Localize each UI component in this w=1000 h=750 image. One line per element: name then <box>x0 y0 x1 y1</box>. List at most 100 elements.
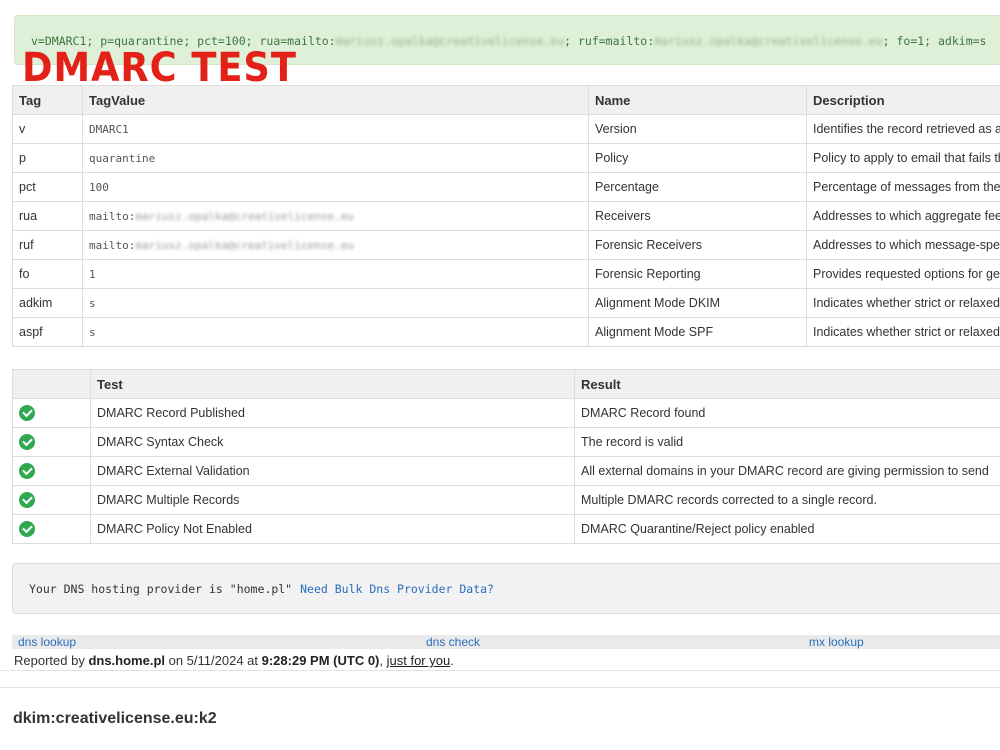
description-cell: Provides requested options for ge <box>806 259 1000 289</box>
name-cell: Forensic Receivers <box>588 230 807 260</box>
dns-lookup-link[interactable]: dns lookup <box>18 635 76 649</box>
reported-comma: , <box>379 653 387 668</box>
footer-links-bar: dns lookup dns check mx lookup <box>12 635 1000 649</box>
tag-cell: pct <box>12 172 83 202</box>
tag-cell: rua <box>12 201 83 231</box>
col-header-status <box>12 369 91 399</box>
result-cell: All external domains in your DMARC recor… <box>574 456 1000 486</box>
tagvalue-cell: mailto:mariusz.opalka@creativelicense.eu <box>82 201 589 231</box>
tagvalue-cell: 100 <box>82 172 589 202</box>
table-row: rua mailto:mariusz.opalka@creativelicens… <box>12 201 1000 231</box>
table-row: DMARC Policy Not Enabled DMARC Quarantin… <box>12 514 1000 544</box>
tagvalue-cell: DMARC1 <box>82 114 589 144</box>
description-cell: Addresses to which aggregate fee <box>806 201 1000 231</box>
dkim-section-title: dkim:creativelicense.eu:k2 <box>13 710 217 727</box>
description-cell: Identifies the record retrieved as a <box>806 114 1000 144</box>
check-icon <box>19 521 35 537</box>
status-cell <box>12 456 91 486</box>
table-row: DMARC External Validation All external d… <box>12 456 1000 486</box>
tag-cell: fo <box>12 259 83 289</box>
col-header-result: Result <box>574 369 1000 399</box>
table-row: ruf mailto:mariusz.opalka@creativelicens… <box>12 230 1000 260</box>
reported-time: 9:28:29 PM (UTC 0) <box>261 653 380 668</box>
record-rua-redacted: mariusz.opalka@creativelicense.eu <box>335 34 565 48</box>
record-suffix: ; fo=1; adkim=s <box>882 34 987 48</box>
test-cell: DMARC External Validation <box>90 456 575 486</box>
dns-provider-label: Your DNS hosting provider is "home.pl" <box>29 582 293 596</box>
tag-table: Tag TagValue Name Description v DMARC1 V… <box>12 85 1000 347</box>
description-cell: Policy to apply to email that fails th <box>806 143 1000 173</box>
table-row: DMARC Record Published DMARC Record foun… <box>12 398 1000 428</box>
reported-end: . <box>450 653 454 668</box>
record-ruf-redacted: mariusz.opalka@creativelicense.eu <box>654 34 883 48</box>
result-cell: DMARC Quarantine/Reject policy enabled <box>574 514 1000 544</box>
test-table: Test Result DMARC Record Published DMARC… <box>12 369 1000 544</box>
col-header-tag: Tag <box>12 85 83 115</box>
test-table-header: Test Result <box>12 369 1000 399</box>
tagvalue-cell: s <box>82 288 589 318</box>
result-cell: DMARC Record found <box>574 398 1000 428</box>
description-cell: Percentage of messages from the <box>806 172 1000 202</box>
description-cell: Indicates whether strict or relaxed <box>806 317 1000 347</box>
check-icon <box>19 434 35 450</box>
record-middle: ; ruf=mailto: <box>564 34 655 48</box>
table-row: adkim s Alignment Mode DKIM Indicates wh… <box>12 288 1000 318</box>
table-row: pct 100 Percentage Percentage of message… <box>12 172 1000 202</box>
reported-host: dns.home.pl <box>88 653 165 668</box>
status-cell <box>12 514 91 544</box>
check-icon <box>19 463 35 479</box>
test-cell: DMARC Record Published <box>90 398 575 428</box>
tagvalue-cell: 1 <box>82 259 589 289</box>
name-cell: Forensic Reporting <box>588 259 807 289</box>
name-cell: Policy <box>588 143 807 173</box>
just-for-you-link[interactable]: just for you <box>387 653 451 668</box>
test-cell: DMARC Syntax Check <box>90 427 575 457</box>
table-row: v DMARC1 Version Identifies the record r… <box>12 114 1000 144</box>
dns-check-link[interactable]: dns check <box>426 635 480 649</box>
tag-cell: aspf <box>12 317 83 347</box>
value-prefix: mailto: <box>89 238 136 252</box>
status-cell <box>12 485 91 515</box>
bulk-dns-provider-link[interactable]: Need Bulk Dns Provider Data? <box>300 582 494 596</box>
redacted-email: mariusz.opalka@creativelicense.eu <box>135 209 354 223</box>
col-header-tagvalue: TagValue <box>82 85 589 115</box>
tag-table-header: Tag TagValue Name Description <box>12 85 1000 115</box>
reported-by-line: Reported by dns.home.pl on 5/11/2024 at … <box>14 653 454 668</box>
dns-provider-box: Your DNS hosting provider is "home.pl" Ne… <box>12 563 1000 614</box>
tagvalue-cell: mailto:mariusz.opalka@creativelicense.eu <box>82 230 589 260</box>
tagvalue-cell: quarantine <box>82 143 589 173</box>
status-cell <box>12 427 91 457</box>
reported-date: on 5/11/2024 at <box>165 653 262 668</box>
dns-provider-text: Your DNS hosting provider is "home.pl" Ne… <box>29 582 494 596</box>
description-cell: Addresses to which message-spe <box>806 230 1000 260</box>
test-cell: DMARC Policy Not Enabled <box>90 514 575 544</box>
description-cell: Indicates whether strict or relaxed <box>806 288 1000 318</box>
name-cell: Percentage <box>588 172 807 202</box>
tag-cell: p <box>12 143 83 173</box>
test-cell: DMARC Multiple Records <box>90 485 575 515</box>
name-cell: Alignment Mode DKIM <box>588 288 807 318</box>
table-row: DMARC Multiple Records Multiple DMARC re… <box>12 485 1000 515</box>
name-cell: Alignment Mode SPF <box>588 317 807 347</box>
table-row: aspf s Alignment Mode SPF Indicates whet… <box>12 317 1000 347</box>
divider <box>0 670 1000 671</box>
check-icon <box>19 405 35 421</box>
tag-cell: v <box>12 114 83 144</box>
tagvalue-cell: s <box>82 317 589 347</box>
col-header-description: Description <box>806 85 1000 115</box>
mx-lookup-link[interactable]: mx lookup <box>809 635 864 649</box>
table-row: p quarantine Policy Policy to apply to e… <box>12 143 1000 173</box>
status-cell <box>12 398 91 428</box>
redacted-email: mariusz.opalka@creativelicense.eu <box>135 238 354 252</box>
col-header-test: Test <box>90 369 575 399</box>
col-header-name: Name <box>588 85 807 115</box>
name-cell: Version <box>588 114 807 144</box>
dmarc-test-stamp: DMARC TEST <box>22 45 297 91</box>
check-icon <box>19 492 35 508</box>
result-cell: Multiple DMARC records corrected to a si… <box>574 485 1000 515</box>
reported-prefix: Reported by <box>14 653 89 668</box>
tag-cell: ruf <box>12 230 83 260</box>
result-cell: The record is valid <box>574 427 1000 457</box>
divider <box>0 687 1000 688</box>
value-prefix: mailto: <box>89 209 136 223</box>
